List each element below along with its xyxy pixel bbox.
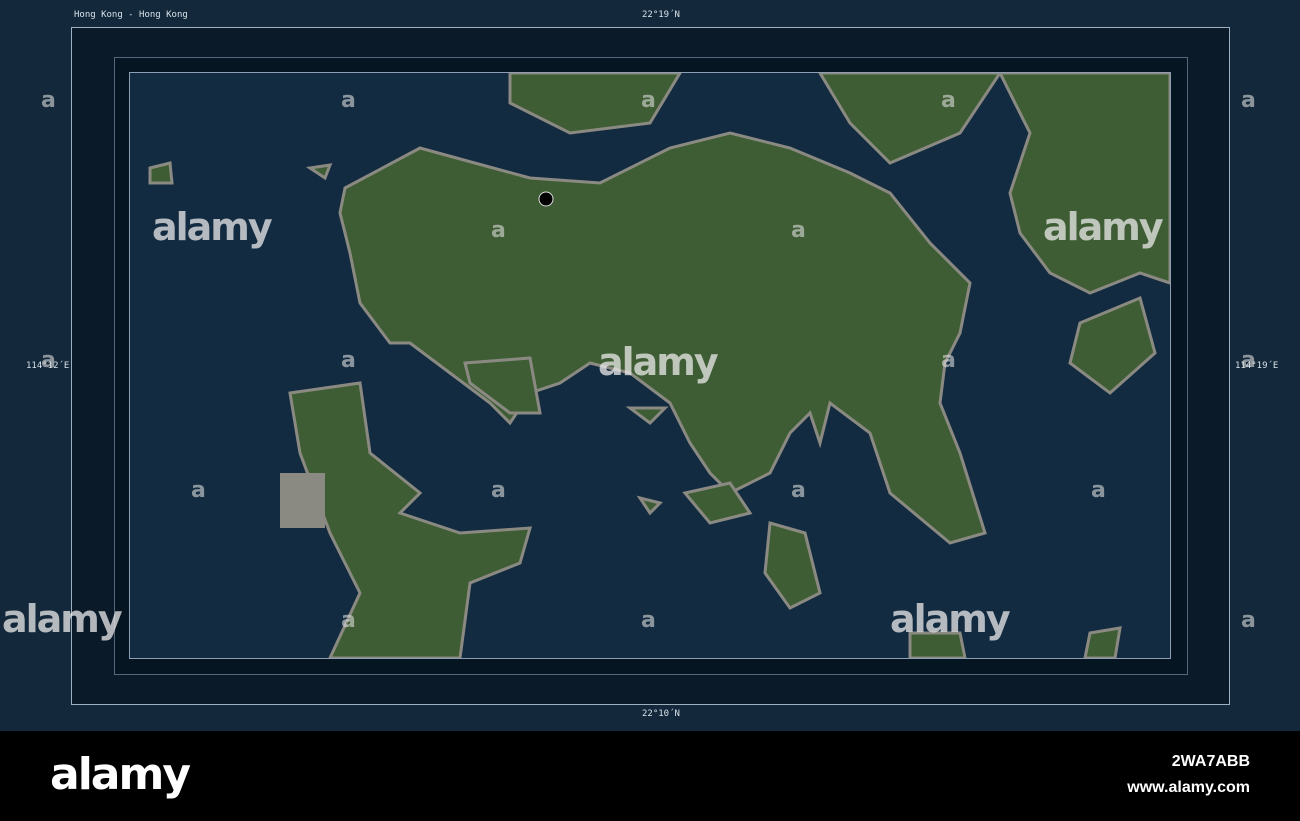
watermark: alamy [598, 340, 719, 384]
kowloon-east [818, 73, 1002, 165]
lamma-power-station [280, 473, 325, 528]
watermark-glyph: a [791, 218, 806, 243]
hong-kong-island [338, 131, 987, 545]
watermark-glyph: a [941, 88, 956, 113]
tseung-kwan-o [998, 73, 1170, 295]
map-title: Hong Kong - Hong Kong [74, 10, 188, 20]
watermark-glyph: a [641, 608, 656, 633]
location-marker[interactable] [538, 191, 554, 207]
beaufort-island [1083, 626, 1122, 658]
map-frame: Hong Kong - Hong Kong 22°19´N 22°10´N 11… [0, 0, 1300, 731]
site-url[interactable]: www.alamy.com [1127, 779, 1250, 797]
ap-lei-chau-west [463, 356, 542, 415]
latitude-top-label: 22°19´N [642, 10, 680, 20]
watermark-glyph: a [491, 218, 506, 243]
footer-bar: alamy 2WA7ABB www.alamy.com [0, 731, 1300, 821]
watermark-glyph: a [191, 478, 206, 503]
watermark-glyph: a [491, 478, 506, 503]
small-island [148, 161, 174, 185]
watermark-glyph: a [341, 608, 356, 633]
latitude-bottom-label: 22°10´N [642, 709, 680, 719]
watermark-glyph: a [41, 88, 56, 113]
watermark-glyph: a [341, 88, 356, 113]
watermark: alamy [2, 597, 123, 641]
watermark-glyph: a [41, 348, 56, 373]
lamma-island [288, 381, 533, 658]
watermark-glyph: a [1091, 478, 1106, 503]
watermark-glyph: a [1241, 88, 1256, 113]
image-id: 2WA7ABB [1171, 753, 1250, 770]
watermark-glyph: a [791, 478, 806, 503]
watermark-glyph: a [941, 348, 956, 373]
small-island [305, 163, 333, 181]
alamy-logo: alamy [50, 749, 191, 800]
watermark-glyph: a [641, 88, 656, 113]
watermark: alamy [152, 205, 273, 249]
watermark: alamy [1043, 205, 1164, 249]
small-island [636, 495, 663, 516]
small-island [625, 406, 669, 425]
tung-lung-island [1068, 295, 1157, 395]
watermark-glyph: a [1241, 348, 1256, 373]
watermark-glyph: a [1241, 608, 1256, 633]
watermark-glyph: a [341, 348, 356, 373]
watermark: alamy [890, 597, 1011, 641]
stanley-peninsula [763, 521, 822, 610]
